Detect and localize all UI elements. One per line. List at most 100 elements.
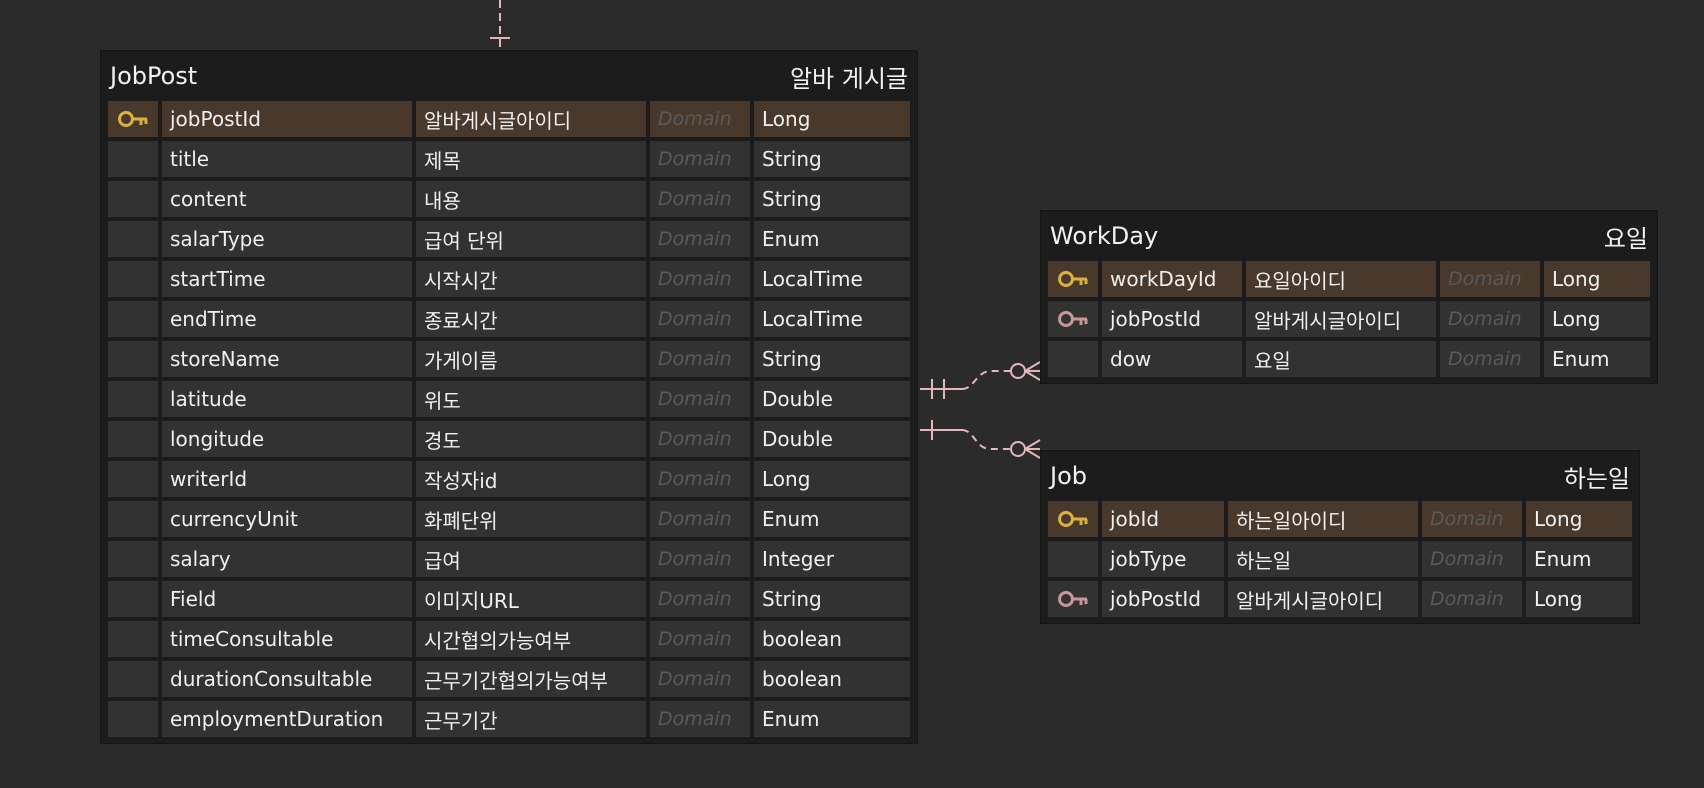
table-header: Job 하는일 bbox=[1048, 451, 1632, 501]
table-row[interactable]: title 제목 Domain String bbox=[108, 141, 910, 177]
column-type: Integer bbox=[754, 541, 910, 577]
column-type: boolean bbox=[754, 661, 910, 697]
column-logical-name: 요일아이디 bbox=[1246, 261, 1436, 297]
column-type: Double bbox=[754, 421, 910, 457]
table-row[interactable]: Field 이미지URL Domain String bbox=[108, 581, 910, 617]
column-name: content bbox=[162, 181, 412, 217]
column-logical-name: 급여 단위 bbox=[416, 221, 646, 257]
column-domain: Domain bbox=[650, 541, 750, 577]
column-logical-name: 위도 bbox=[416, 381, 646, 417]
column-domain: Domain bbox=[650, 661, 750, 697]
column-logical-name: 화폐단위 bbox=[416, 501, 646, 537]
table-row[interactable]: startTime 시작시간 Domain LocalTime bbox=[108, 261, 910, 297]
column-domain: Domain bbox=[1440, 261, 1540, 297]
column-domain: Domain bbox=[650, 381, 750, 417]
column-name: jobPostId bbox=[1102, 581, 1224, 617]
table-row[interactable]: timeConsultable 시간협의가능여부 Domain boolean bbox=[108, 621, 910, 657]
column-logical-name: 하는일 bbox=[1228, 541, 1418, 577]
key-icon bbox=[108, 101, 158, 137]
column-logical-name: 제목 bbox=[416, 141, 646, 177]
relationship-jobpost-job bbox=[920, 420, 1041, 459]
table-workday[interactable]: WorkDay 요일 workDayId 요일아이디 Domain Long jobPo… bbox=[1040, 210, 1658, 384]
table-row[interactable]: jobPostId 알바게시글아이디 Domain Long bbox=[1048, 301, 1650, 337]
table-row[interactable]: jobId 하는일아이디 Domain Long bbox=[1048, 501, 1632, 537]
column-domain: Domain bbox=[1440, 301, 1540, 337]
table-row[interactable]: employmentDuration 근무기간 Domain Enum bbox=[108, 701, 910, 737]
table-header: WorkDay 요일 bbox=[1048, 211, 1650, 261]
column-name: durationConsultable bbox=[162, 661, 412, 697]
table-logical-name: 하는일 bbox=[1563, 464, 1630, 493]
table-row[interactable]: salary 급여 Domain Integer bbox=[108, 541, 910, 577]
key-cell bbox=[108, 661, 158, 697]
column-name: employmentDuration bbox=[162, 701, 412, 737]
column-logical-name: 근무기간 bbox=[416, 701, 646, 737]
column-logical-name: 종료시간 bbox=[416, 301, 646, 337]
column-type: Long bbox=[1526, 581, 1632, 617]
column-type: Enum bbox=[1526, 541, 1632, 577]
table-name: Job bbox=[1050, 462, 1087, 490]
table-jobpost[interactable]: JobPost 알바 게시글 jobPostId 알바게시글아이디 Domain Lo… bbox=[100, 50, 918, 744]
column-logical-name: 요일 bbox=[1246, 341, 1436, 377]
table-row[interactable]: jobPostId 알바게시글아이디 Domain Long bbox=[1048, 581, 1632, 617]
table-logical-name: 요일 bbox=[1603, 224, 1648, 253]
table-row[interactable]: jobPostId 알바게시글아이디 Domain Long bbox=[108, 101, 910, 137]
foreign-key-icon bbox=[1048, 301, 1098, 337]
column-type: Enum bbox=[754, 501, 910, 537]
top-relationship-line bbox=[490, 0, 510, 48]
key-cell bbox=[1048, 341, 1098, 377]
column-list: jobId 하는일아이디 Domain Long jobType 하는일 Domain Enu… bbox=[1048, 501, 1632, 617]
table-row[interactable]: workDayId 요일아이디 Domain Long bbox=[1048, 261, 1650, 297]
key-cell bbox=[108, 461, 158, 497]
column-type: String bbox=[754, 581, 910, 617]
column-name: latitude bbox=[162, 381, 412, 417]
table-row[interactable]: currencyUnit 화폐단위 Domain Enum bbox=[108, 501, 910, 537]
column-domain: Domain bbox=[1422, 581, 1522, 617]
table-name: JobPost bbox=[110, 62, 198, 90]
table-job[interactable]: Job 하는일 jobId 하는일아이디 Domain Long jobType 하는일 D… bbox=[1040, 450, 1640, 624]
foreign-key-icon bbox=[1048, 581, 1098, 617]
column-domain: Domain bbox=[650, 181, 750, 217]
table-row[interactable]: content 내용 Domain String bbox=[108, 181, 910, 217]
column-name: timeConsultable bbox=[162, 621, 412, 657]
column-logical-name: 내용 bbox=[416, 181, 646, 217]
column-logical-name: 근무기간협의가능여부 bbox=[416, 661, 646, 697]
table-row[interactable]: jobType 하는일 Domain Enum bbox=[1048, 541, 1632, 577]
column-type: boolean bbox=[754, 621, 910, 657]
column-logical-name: 경도 bbox=[416, 421, 646, 457]
column-logical-name: 가게이름 bbox=[416, 341, 646, 377]
column-name: currencyUnit bbox=[162, 501, 412, 537]
column-domain: Domain bbox=[650, 581, 750, 617]
table-row[interactable]: endTime 종료시간 Domain LocalTime bbox=[108, 301, 910, 337]
table-row[interactable]: durationConsultable 근무기간협의가능여부 Domain boole… bbox=[108, 661, 910, 697]
column-domain: Domain bbox=[650, 221, 750, 257]
column-domain: Domain bbox=[1422, 541, 1522, 577]
column-logical-name: 급여 bbox=[416, 541, 646, 577]
table-header: JobPost 알바 게시글 bbox=[108, 51, 910, 101]
key-cell bbox=[108, 221, 158, 257]
column-domain: Domain bbox=[650, 501, 750, 537]
column-list: jobPostId 알바게시글아이디 Domain Long title 제목 Domain… bbox=[108, 101, 910, 737]
column-name: writerId bbox=[162, 461, 412, 497]
column-type: Enum bbox=[754, 701, 910, 737]
key-cell bbox=[108, 621, 158, 657]
key-cell bbox=[1048, 541, 1098, 577]
column-list: workDayId 요일아이디 Domain Long jobPostId 알바게시글아이… bbox=[1048, 261, 1650, 377]
column-name: jobId bbox=[1102, 501, 1224, 537]
column-name: title bbox=[162, 141, 412, 177]
column-domain: Domain bbox=[650, 701, 750, 737]
column-domain: Domain bbox=[1422, 501, 1522, 537]
column-type: Long bbox=[1526, 501, 1632, 537]
table-row[interactable]: latitude 위도 Domain Double bbox=[108, 381, 910, 417]
relationship-jobpost-workday bbox=[920, 361, 1041, 399]
table-row[interactable]: salarType 급여 단위 Domain Enum bbox=[108, 221, 910, 257]
column-domain: Domain bbox=[650, 101, 750, 137]
table-logical-name: 알바 게시글 bbox=[789, 64, 908, 93]
table-row[interactable]: storeName 가게이름 Domain String bbox=[108, 341, 910, 377]
column-domain: Domain bbox=[650, 301, 750, 337]
key-cell bbox=[108, 181, 158, 217]
column-type: Double bbox=[754, 381, 910, 417]
table-row[interactable]: dow 요일 Domain Enum bbox=[1048, 341, 1650, 377]
key-cell bbox=[108, 301, 158, 337]
table-row[interactable]: writerId 작성자id Domain Long bbox=[108, 461, 910, 497]
table-row[interactable]: longitude 경도 Domain Double bbox=[108, 421, 910, 457]
